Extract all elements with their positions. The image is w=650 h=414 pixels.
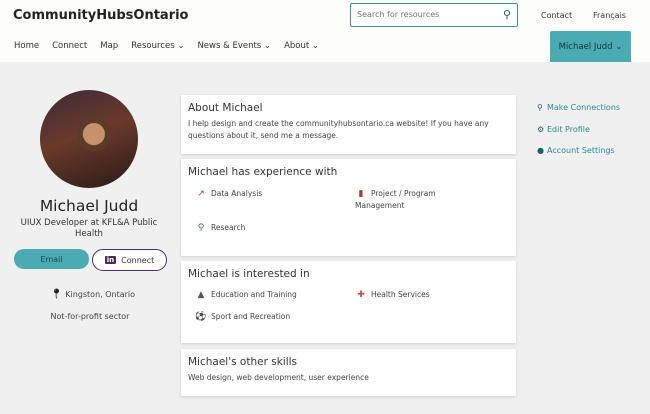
- interests-heading: Michael is interested in: [188, 268, 310, 280]
- avatar: [40, 90, 138, 188]
- graduation-cap-icon: ▲: [197, 290, 205, 300]
- user-icon: ●: [537, 146, 544, 155]
- interests-card: Michael is interested in ▲ Education and …: [181, 261, 516, 343]
- experience-card: Michael has experience with ↗ Data Analys…: [181, 159, 516, 256]
- soccer-ball-icon: ⚽: [195, 312, 207, 322]
- account-settings-link[interactable]: ● Account Settings: [537, 146, 615, 155]
- experience-item: ⚲ Research: [195, 222, 246, 234]
- profile-name: Michael Judd: [39, 197, 139, 215]
- skills-card: Michael's other skills Web design, web d…: [181, 349, 516, 396]
- nav-resources[interactable]: Resources ⌄: [131, 41, 184, 51]
- skills-heading: Michael's other skills: [188, 356, 297, 368]
- make-connections-link[interactable]: ⚲ Make Connections: [537, 103, 620, 112]
- language-link[interactable]: Français: [593, 11, 626, 20]
- interest-item: ✚ Health Services: [355, 289, 429, 301]
- search-box: ⚲: [350, 3, 518, 27]
- nav-about[interactable]: About ⌄: [284, 41, 319, 51]
- experience-item: ↗ Data Analysis: [195, 188, 262, 200]
- profile-title: UIUX Developer at KFL&A Public Health: [20, 218, 158, 239]
- nav-news-events[interactable]: News & Events ⌄: [197, 41, 271, 51]
- interest-item: ⚽ Sport and Recreation: [195, 312, 291, 322]
- main-nav: Home Connect Map Resources ⌄ News & Even…: [14, 41, 319, 51]
- first-aid-icon: ✚: [357, 290, 365, 300]
- location: 📍︎ Kingston, Ontario: [50, 289, 135, 300]
- magnifier-icon: ⚲: [197, 223, 205, 233]
- sector: Not-for-profit sector: [50, 312, 130, 321]
- connect-label: Connect: [121, 255, 155, 265]
- contact-link[interactable]: Contact: [541, 11, 572, 20]
- gear-icon: ⚙: [537, 125, 545, 134]
- linkedin-icon: in: [104, 256, 117, 264]
- search-icon[interactable]: ⚲: [503, 8, 511, 21]
- briefcase-icon: ▮: [358, 189, 364, 199]
- skills-text: Web design, web development, user experi…: [188, 373, 369, 382]
- interest-item: ▲ Education and Training: [195, 289, 297, 301]
- search-input[interactable]: [357, 10, 497, 19]
- about-text: I help design and create the communityhu…: [188, 119, 489, 140]
- about-card: About Michael I help design and create t…: [181, 95, 516, 154]
- chart-icon: ↗: [197, 189, 205, 199]
- nav-connect[interactable]: Connect: [52, 41, 87, 51]
- about-heading: About Michael: [188, 102, 263, 114]
- edit-profile-link[interactable]: ⚙ Edit Profile: [537, 125, 590, 134]
- email-button[interactable]: Email: [14, 249, 89, 269]
- experience-heading: Michael has experience with: [188, 166, 338, 178]
- map-pin-icon: 📍︎: [50, 289, 63, 300]
- linkedin-connect-button[interactable]: in Connect: [92, 249, 167, 271]
- nav-home[interactable]: Home: [14, 41, 39, 51]
- location-text: Kingston, Ontario: [65, 290, 136, 299]
- site-logo[interactable]: CommunityHubsOntario: [13, 8, 189, 23]
- experience-item: ▮ Project / Program Management: [355, 189, 436, 210]
- site-header: CommunityHubsOntario ⚲ Contact Français …: [0, 0, 650, 62]
- user-menu-button[interactable]: Michael Judd ⌄: [550, 31, 631, 62]
- nav-map[interactable]: Map: [100, 41, 118, 51]
- search-icon: ⚲: [537, 103, 543, 112]
